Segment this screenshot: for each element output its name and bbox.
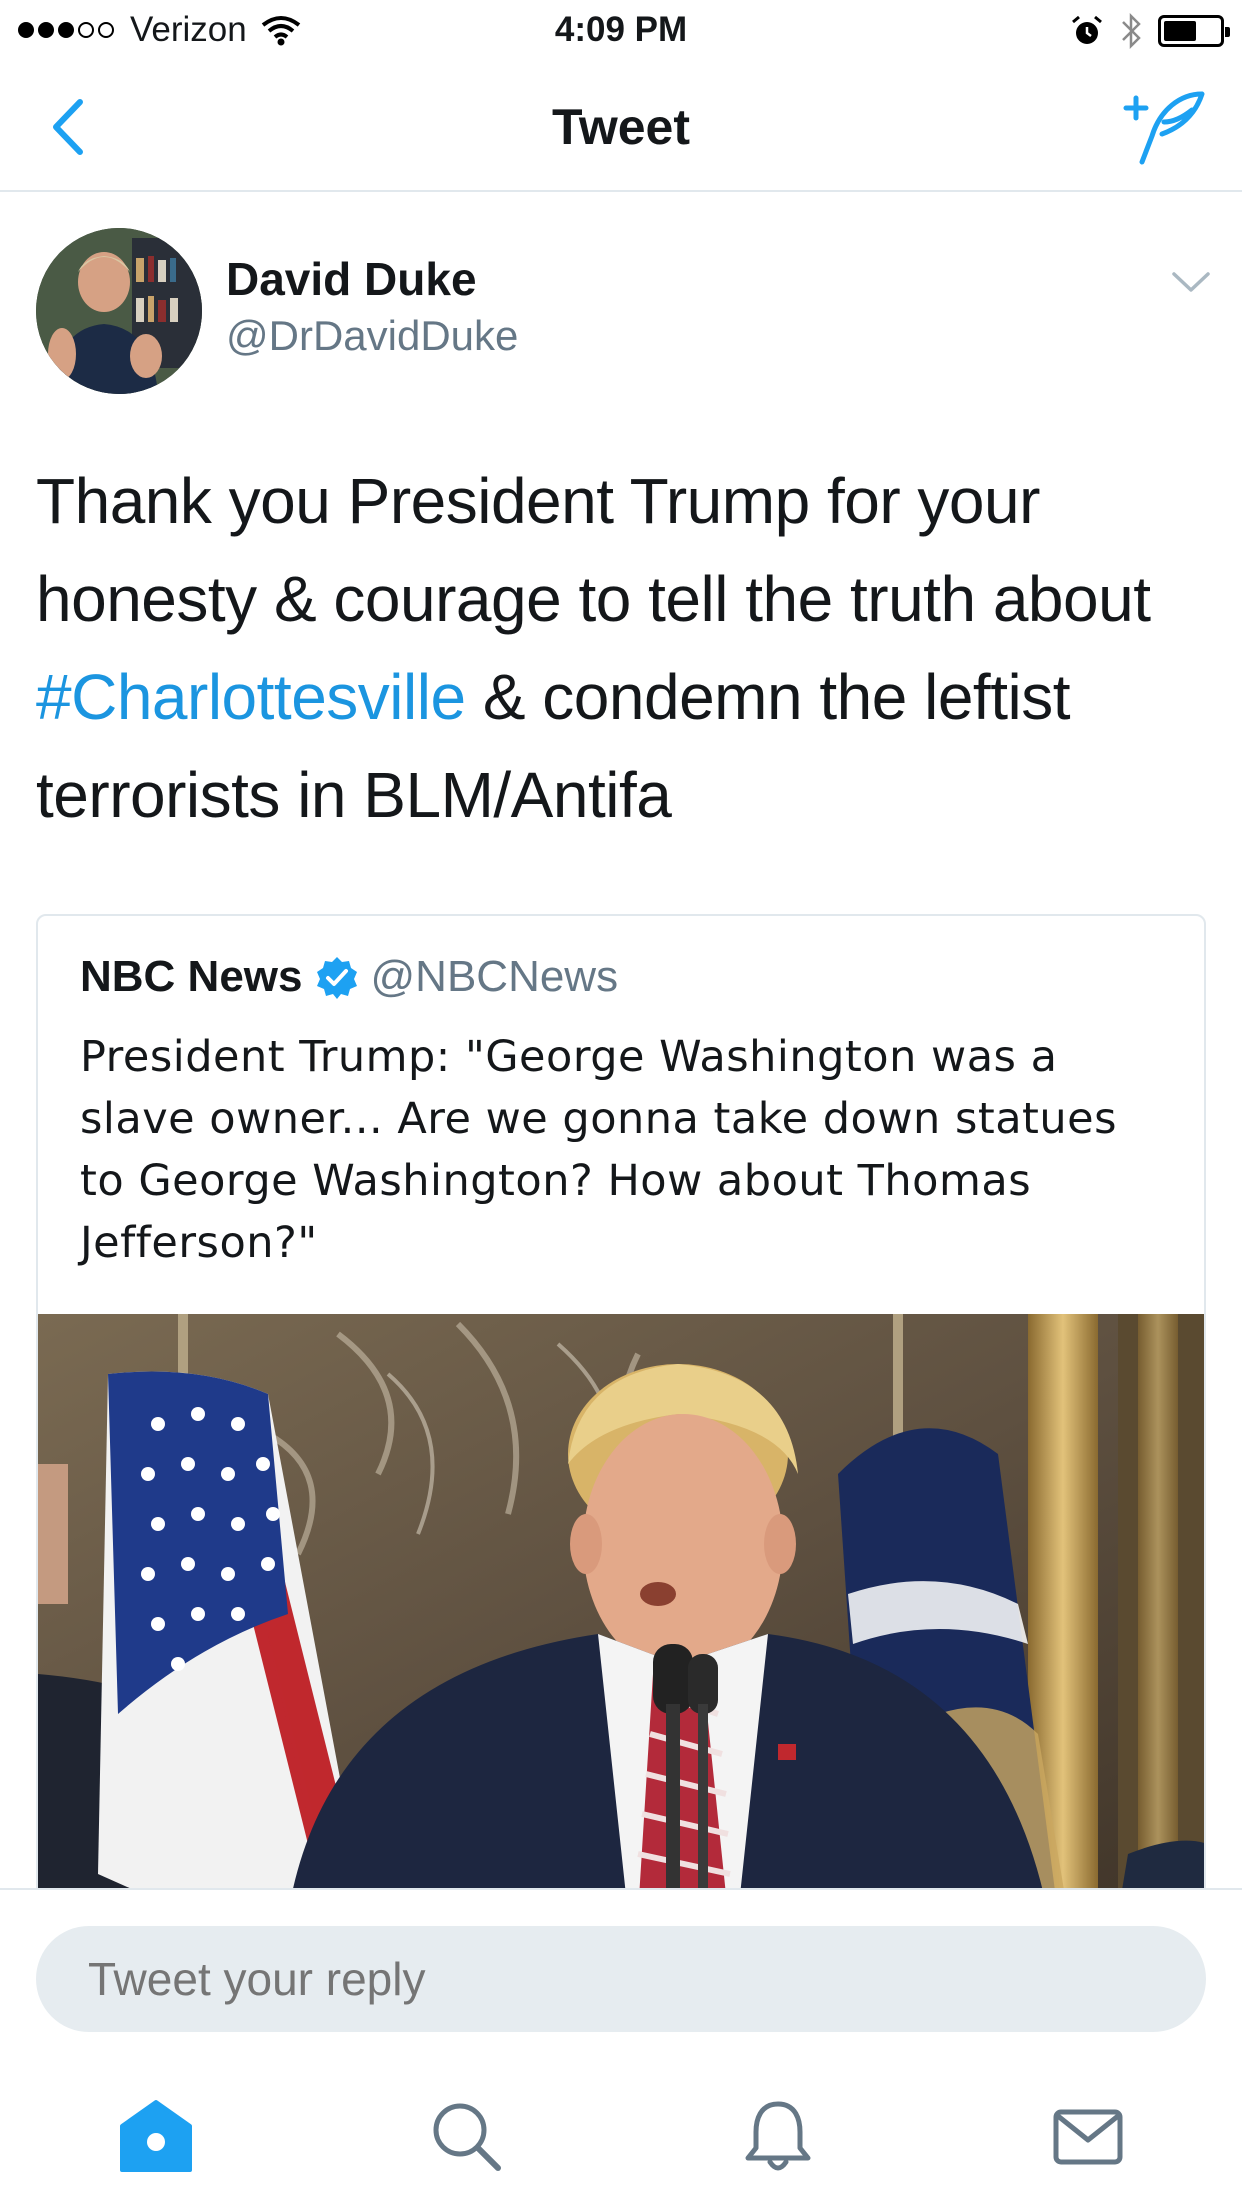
quoted-tweet-header: NBC News @NBCNews <box>80 952 618 1002</box>
status-bar: Verizon 4:09 PM <box>0 0 1242 62</box>
tweet-text: Thank you President Trump for your hones… <box>36 452 1216 844</box>
bell-icon[interactable] <box>738 2096 818 2176</box>
compose-tweet-icon[interactable] <box>1122 88 1212 168</box>
quoted-author-name: NBC News <box>80 952 303 1001</box>
reply-input[interactable] <box>36 1926 1206 2032</box>
verified-badge-icon <box>316 957 357 999</box>
hashtag-link[interactable]: #Charlottesville <box>36 661 466 733</box>
envelope-icon[interactable] <box>1048 2096 1128 2176</box>
author-handle[interactable]: @DrDavidDuke <box>226 312 518 360</box>
status-right <box>1070 12 1230 50</box>
home-icon[interactable] <box>116 2096 196 2176</box>
chevron-down-icon[interactable] <box>1168 264 1214 300</box>
battery-icon <box>1158 15 1230 47</box>
quoted-author-handle: @NBCNews <box>370 952 619 1001</box>
author-name[interactable]: David Duke <box>226 252 477 306</box>
quoted-tweet-text: President Trump: "George Washington was … <box>80 1032 1118 1268</box>
status-time: 4:09 PM <box>554 10 688 49</box>
navigation-bar: Tweet <box>0 62 1242 192</box>
page-title: Tweet <box>552 99 690 155</box>
avatar[interactable] <box>36 228 202 394</box>
quoted-tweet-card[interactable]: NBC News @NBCNews President Trump: "Geor… <box>36 914 1206 1914</box>
tweet-text-part1: Thank you President Trump for your hones… <box>36 465 1151 635</box>
alarm-icon <box>1072 15 1102 44</box>
search-icon[interactable] <box>426 2096 506 2176</box>
bluetooth-icon <box>1122 12 1141 50</box>
quoted-tweet-media[interactable] <box>38 1314 1204 1912</box>
